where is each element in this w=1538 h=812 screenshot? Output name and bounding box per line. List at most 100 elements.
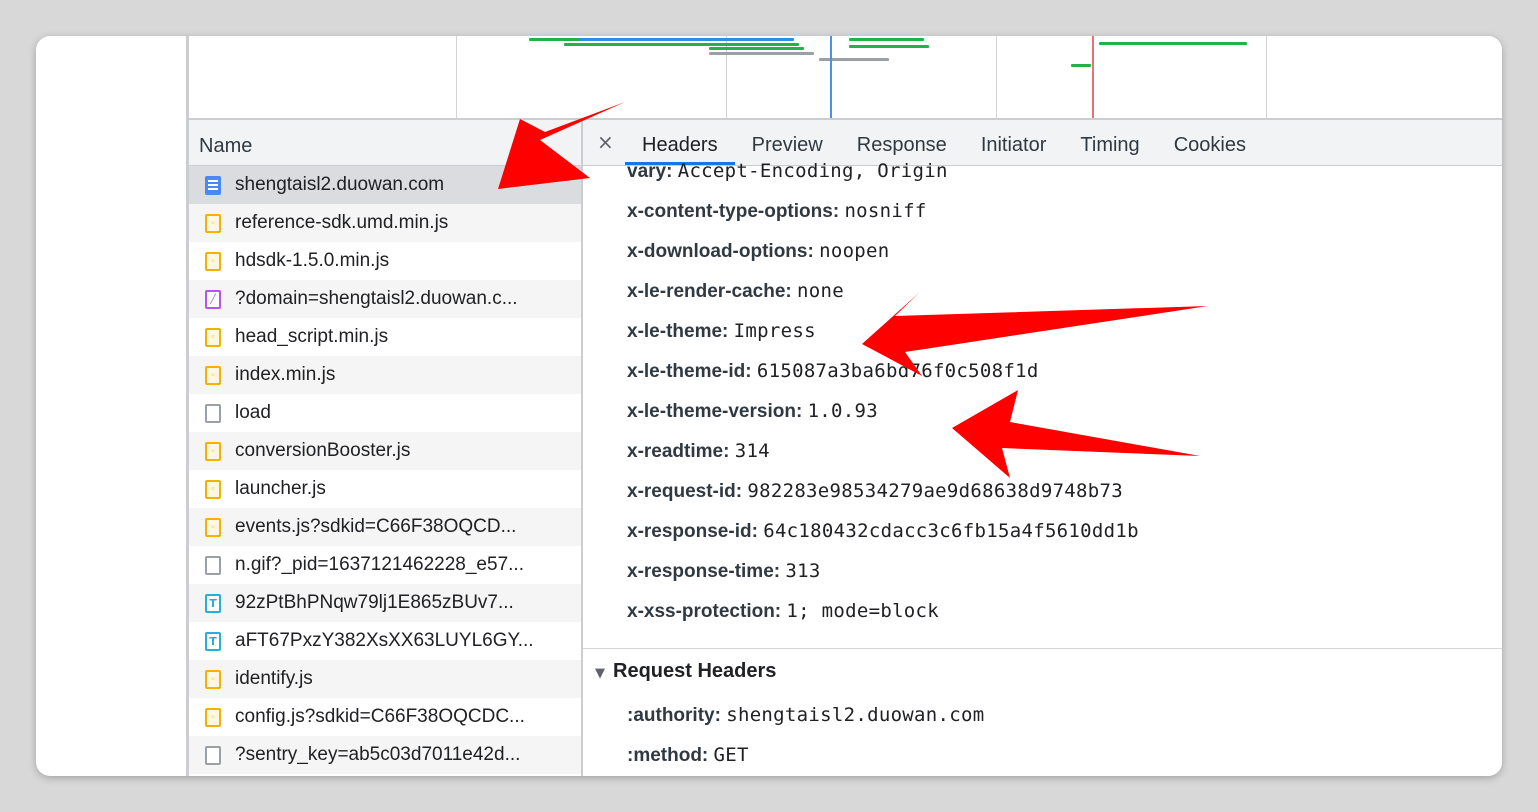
header-row[interactable]: vary: Accept-Encoding, Origin [627, 160, 948, 183]
timeline-bar [1099, 42, 1247, 45]
header-row[interactable]: x-response-id: 64c180432cdacc3c6fb15a4f5… [627, 520, 1139, 543]
request-name: head_script.min.js [235, 326, 389, 347]
request-row[interactable]: T 92zPtBhPNqw79lj1E865zBUv7... [189, 584, 581, 622]
header-key: x-content-type-options: [627, 201, 840, 222]
request-row[interactable]: ◦ reference-sdk.umd.min.js [189, 204, 581, 242]
request-row[interactable]: ◦ launcher.js [189, 470, 581, 508]
request-row[interactable]: ◦ index.min.js [189, 356, 581, 394]
header-key: x-xss-protection: [627, 601, 782, 622]
header-value: Accept-Encoding, Origin [677, 160, 948, 182]
header-key: :method: [627, 745, 709, 766]
blank-file-icon [205, 555, 221, 575]
header-row[interactable]: x-le-theme: Impress [627, 320, 816, 343]
header-key: x-response-time: [627, 561, 781, 582]
header-value: Impress [733, 320, 816, 342]
tab-headers[interactable]: Headers [625, 121, 735, 165]
tab-initiator[interactable]: Initiator [964, 121, 1064, 165]
request-name: index.min.js [235, 364, 336, 385]
request-row[interactable]: ╱ ?domain=shengtaisl2.duowan.c... [189, 280, 581, 318]
request-headers-section-toggle[interactable]: ▼ Request Headers [595, 660, 776, 683]
request-name: config.js?sdkid=C66F38OQCDC... [235, 706, 525, 727]
request-row[interactable]: ◦ hdsdk-1.5.0.min.js [189, 242, 581, 280]
header-row[interactable]: x-le-theme-id: 615087a3ba6bd76f0c508f1d [627, 360, 1039, 383]
header-value: noopen [819, 240, 890, 262]
request-name: n.gif?_pid=1637121462228_e57... [235, 554, 524, 575]
header-key: x-readtime: [627, 441, 730, 462]
request-row[interactable]: ?sentry_key=ab5c03d7011e42d... [189, 736, 581, 774]
header-row[interactable]: x-content-type-options: nosniff [627, 200, 927, 223]
request-detail-panel: × Headers Preview Response Initiator Timing C… [583, 120, 1502, 776]
network-overview-timeline[interactable] [189, 36, 1502, 120]
header-value: 615087a3ba6bd76f0c508f1d [756, 360, 1039, 382]
request-row[interactable]: ◦ config.js?sdkid=C66F38OQCDC... [189, 698, 581, 736]
dom-content-loaded-marker [830, 36, 832, 118]
timeline-gridline [456, 36, 457, 118]
timeline-bar [849, 45, 929, 48]
tab-timing[interactable]: Timing [1063, 121, 1156, 165]
script-icon: ◦ [205, 707, 221, 727]
request-name: conversionBooster.js [235, 440, 411, 461]
request-name: launcher.js [235, 478, 326, 499]
header-value: 313 [785, 560, 821, 582]
close-icon[interactable]: × [597, 130, 614, 154]
font-icon: T [205, 593, 221, 613]
collapse-triangle-icon: ▼ [595, 666, 605, 681]
request-name: aFT67PxzY382XsXX63LUYL6GY... [235, 630, 534, 651]
header-value: nosniff [844, 200, 927, 222]
header-row[interactable]: x-xss-protection: 1; mode=block [627, 600, 939, 623]
request-name: events.js?sdkid=C66F38OQCD... [235, 516, 517, 537]
tab-cookies[interactable]: Cookies [1157, 121, 1263, 165]
tab-preview[interactable]: Preview [735, 121, 840, 165]
document-icon [205, 175, 221, 195]
request-row[interactable]: ◦ head_script.min.js [189, 318, 581, 356]
request-row[interactable]: n.gif?_pid=1637121462228_e57... [189, 546, 581, 584]
header-key: x-le-theme-version: [627, 401, 803, 422]
header-key: x-le-theme: [627, 321, 729, 342]
request-row[interactable]: shengtaisl2.duowan.com [189, 166, 581, 204]
script-icon: ◦ [205, 327, 221, 347]
header-key: :authority: [627, 705, 721, 726]
request-list-panel: Name shengtaisl2.duowan.com ◦ reference-sd… [189, 120, 583, 776]
header-row[interactable]: x-le-theme-version: 1.0.93 [627, 400, 878, 423]
request-row[interactable]: load [189, 394, 581, 432]
header-row[interactable]: :method: GET [627, 744, 749, 767]
devtools-network-panel: Name shengtaisl2.duowan.com ◦ reference-sd… [186, 36, 1502, 776]
header-value: GET [713, 744, 749, 766]
timeline-bar [1071, 64, 1091, 67]
script-icon: ◦ [205, 213, 221, 233]
header-row[interactable]: :authority: shengtaisl2.duowan.com [627, 704, 984, 727]
name-column-header[interactable]: Name [189, 120, 581, 166]
request-name: shengtaisl2.duowan.com [235, 174, 445, 195]
detail-tabs: Headers Preview Response Initiator Timing Coo… [625, 121, 1263, 165]
request-row[interactable]: ◦ events.js?sdkid=C66F38OQCD... [189, 508, 581, 546]
request-name: identify.js [235, 668, 313, 689]
header-value: none [797, 280, 844, 302]
request-row[interactable]: TaFT67PxzY382XsXX63LUYL6GY... [189, 622, 581, 660]
header-row[interactable]: x-download-options: noopen [627, 240, 890, 263]
header-key: x-le-render-cache: [627, 281, 792, 302]
fetch-icon: ╱ [205, 289, 221, 309]
timeline-bar [849, 38, 924, 41]
script-icon: ◦ [205, 669, 221, 689]
request-name: load [235, 402, 271, 423]
timeline-gridline [996, 36, 997, 118]
header-row[interactable]: x-readtime: 314 [627, 440, 770, 463]
timeline-gridline [1266, 36, 1267, 118]
header-row[interactable]: x-response-time: 313 [627, 560, 821, 583]
script-icon: ◦ [205, 251, 221, 271]
request-name: 92zPtBhPNqw79lj1E865zBUv7... [235, 592, 514, 613]
header-value: 1.0.93 [807, 400, 878, 422]
header-key: vary: [627, 161, 673, 182]
request-list: shengtaisl2.duowan.com ◦ reference-sdk.umd… [189, 166, 581, 774]
header-row[interactable]: x-request-id: 982283e98534279ae9d68638d9… [627, 480, 1123, 503]
request-name: ?sentry_key=ab5c03d7011e42d... [235, 744, 521, 765]
font-icon: T [205, 631, 221, 651]
header-key: x-download-options: [627, 241, 814, 262]
request-row[interactable]: ◦ identify.js [189, 660, 581, 698]
request-row[interactable]: ◦ conversionBooster.js [189, 432, 581, 470]
header-value: 64c180432cdacc3c6fb15a4f5610dd1b [763, 520, 1139, 542]
tab-response[interactable]: Response [840, 121, 964, 165]
header-row[interactable]: x-le-render-cache: none [627, 280, 844, 303]
header-key: x-le-theme-id: [627, 361, 752, 382]
request-name: ?domain=shengtaisl2.duowan.c... [235, 288, 518, 309]
